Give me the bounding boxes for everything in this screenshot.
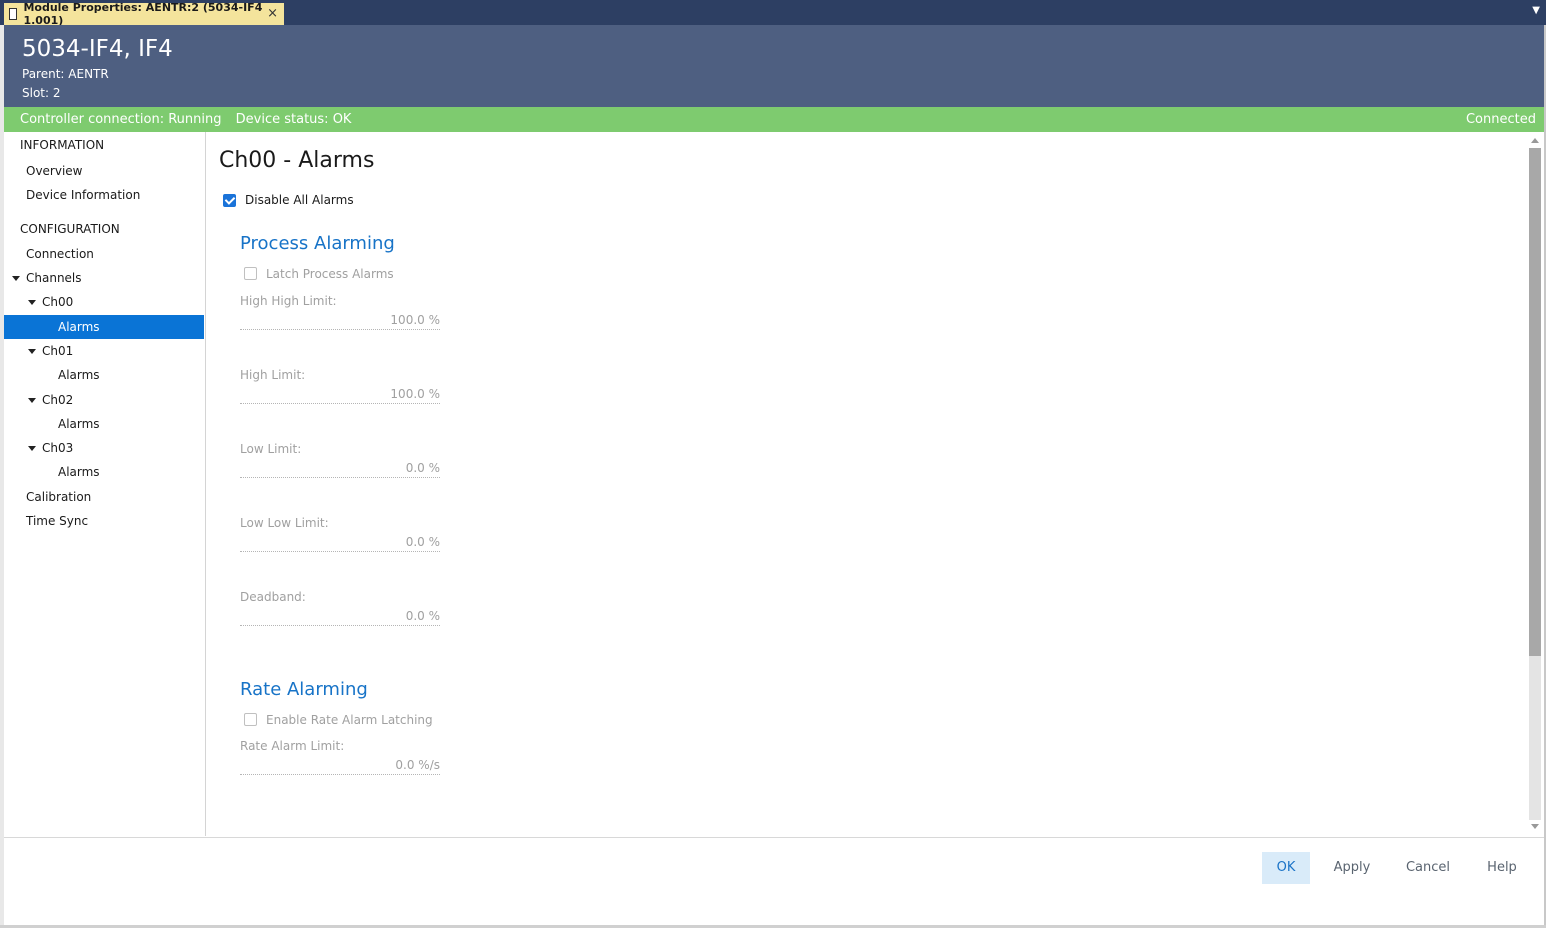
- apply-button[interactable]: Apply: [1326, 852, 1378, 884]
- module-title: 5034-IF4, IF4: [22, 36, 173, 62]
- device-status: Device status: OK: [235, 112, 352, 127]
- disable-all-alarms-checkbox[interactable]: [223, 194, 236, 207]
- low-low-limit-label: Low Low Limit:: [240, 516, 329, 530]
- nav-item-connection[interactable]: Connection: [26, 247, 94, 261]
- enable-rate-alarm-latching-checkbox[interactable]: [244, 713, 257, 726]
- page-title: Ch00 - Alarms: [219, 148, 375, 173]
- latch-process-alarms-checkbox[interactable]: [244, 267, 257, 280]
- high-high-limit-input[interactable]: 100.0 %: [240, 313, 440, 330]
- nav-item-calibration[interactable]: Calibration: [26, 490, 91, 504]
- nav-item-channels[interactable]: Channels: [12, 271, 82, 285]
- navigation-tree: INFORMATION Overview Device Information …: [4, 132, 206, 836]
- nav-item-ch01-alarms[interactable]: Alarms: [58, 368, 100, 382]
- module-properties-tab[interactable]: Module Properties: AENTR:2 (5034-IF4 1.0…: [4, 1, 284, 27]
- expand-arrow-icon[interactable]: [12, 276, 20, 281]
- nav-item-ch00[interactable]: Ch00: [28, 295, 73, 309]
- disable-all-alarms-label: Disable All Alarms: [245, 193, 354, 207]
- enable-rate-alarm-latching-label: Enable Rate Alarm Latching: [266, 713, 433, 727]
- expand-arrow-icon[interactable]: [28, 446, 36, 451]
- deadband-label: Deadband:: [240, 590, 306, 604]
- connection-status: Connected: [1465, 112, 1536, 127]
- process-alarming-heading: Process Alarming: [240, 233, 395, 254]
- high-limit-label: High Limit:: [240, 368, 306, 382]
- status-bar: Controller connection: Running Device st…: [4, 107, 1544, 132]
- alarms-panel: Ch00 - Alarms Disable All Alarms Process…: [206, 132, 1528, 836]
- nav-item-ch03-alarms[interactable]: Alarms: [58, 465, 100, 479]
- tab-dropdown-icon[interactable]: ▼: [1532, 5, 1540, 16]
- close-icon[interactable]: ×: [267, 6, 278, 21]
- latch-process-alarms-label: Latch Process Alarms: [266, 267, 394, 281]
- rate-alarming-heading: Rate Alarming: [240, 679, 368, 700]
- nav-item-ch02[interactable]: Ch02: [28, 393, 73, 407]
- nav-header-configuration: CONFIGURATION: [20, 222, 120, 236]
- module-parent: Parent: AENTR: [22, 67, 109, 81]
- controller-connection-status: Controller connection: Running: [20, 112, 222, 127]
- rate-alarm-limit-input[interactable]: 0.0 %/s: [240, 758, 440, 775]
- deadband-input[interactable]: 0.0 %: [240, 609, 440, 626]
- low-limit-input[interactable]: 0.0 %: [240, 461, 440, 478]
- module-header: 5034-IF4, IF4 Parent: AENTR Slot: 2: [4, 25, 1544, 107]
- expand-arrow-icon[interactable]: [28, 300, 36, 305]
- high-high-limit-label: High High Limit:: [240, 294, 337, 308]
- nav-item-time-sync[interactable]: Time Sync: [26, 514, 88, 528]
- low-limit-label: Low Limit:: [240, 442, 302, 456]
- scroll-down-icon[interactable]: [1531, 824, 1539, 829]
- rate-alarm-limit-label: Rate Alarm Limit:: [240, 739, 345, 753]
- scroll-up-icon[interactable]: [1531, 138, 1539, 143]
- nav-item-device-information[interactable]: Device Information: [26, 188, 140, 202]
- document-tab-bar: Module Properties: AENTR:2 (5034-IF4 1.0…: [0, 0, 1546, 27]
- help-button[interactable]: Help: [1478, 852, 1526, 884]
- expand-arrow-icon[interactable]: [28, 349, 36, 354]
- expand-arrow-icon[interactable]: [28, 398, 36, 403]
- tab-title: Module Properties: AENTR:2 (5034-IF4 1.0…: [23, 1, 263, 27]
- high-limit-input[interactable]: 100.0 %: [240, 387, 440, 404]
- low-low-limit-input[interactable]: 0.0 %: [240, 535, 440, 552]
- nav-item-ch00-alarms[interactable]: Alarms: [4, 315, 204, 339]
- vertical-scrollbar[interactable]: [1528, 132, 1542, 836]
- nav-item-ch01[interactable]: Ch01: [28, 344, 73, 358]
- module-slot: Slot: 2: [22, 86, 61, 100]
- nav-header-information: INFORMATION: [20, 138, 105, 152]
- nav-item-overview[interactable]: Overview: [26, 164, 83, 178]
- dialog-footer: OK Apply Cancel Help: [4, 837, 1544, 926]
- cancel-button[interactable]: Cancel: [1400, 852, 1456, 884]
- nav-item-ch03[interactable]: Ch03: [28, 441, 73, 455]
- document-icon: [9, 8, 18, 20]
- ok-button[interactable]: OK: [1262, 852, 1310, 884]
- scroll-thumb[interactable]: [1529, 148, 1541, 656]
- nav-item-ch02-alarms[interactable]: Alarms: [58, 417, 100, 431]
